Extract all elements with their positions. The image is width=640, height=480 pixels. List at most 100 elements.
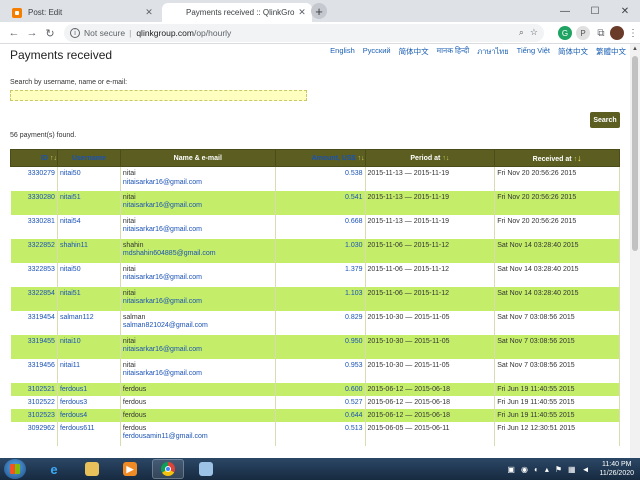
cell-amount[interactable]: 0.527 (275, 395, 366, 409)
extensions-puzzle-icon[interactable]: ⧉ (594, 26, 608, 40)
taskbar-clock[interactable]: 11:40 PM 11/26/2020 (599, 460, 634, 478)
volume-icon[interactable]: ◄ (582, 465, 590, 474)
media-player-taskbar-button[interactable]: ▶ (114, 459, 146, 479)
close-window-icon[interactable]: ✕ (610, 0, 640, 22)
lang-link[interactable]: 繁體中文 (596, 46, 626, 58)
cell-username[interactable]: shahin11 (57, 238, 121, 263)
grammarly-extension-icon[interactable]: G (558, 26, 572, 40)
cell-amount[interactable]: 0.538 (275, 166, 366, 191)
info-icon[interactable]: i (70, 28, 80, 38)
sort-active-icon[interactable]: ↓ (577, 153, 582, 163)
maximize-icon[interactable]: ☐ (580, 0, 610, 22)
tray-app-icon[interactable]: ◐ (534, 465, 539, 474)
column-header-username[interactable]: Username (56, 149, 121, 167)
column-header-received[interactable]: Received at ↑↓ (494, 149, 620, 167)
cell-id[interactable]: 3322852 (10, 238, 58, 263)
tray-app-icon[interactable]: ◉ (521, 465, 528, 474)
sort-icon[interactable]: ↑↓ (50, 155, 57, 162)
cell-email[interactable]: nitaisarkar16@gmail.com (123, 370, 273, 379)
sort-icon[interactable]: ↑↓ (442, 155, 449, 162)
cell-username[interactable]: nitai51 (57, 190, 121, 215)
cell-id[interactable]: 3102521 (10, 382, 58, 396)
column-header-name-email[interactable]: Name & e-mail (119, 149, 276, 167)
cell-id[interactable]: 3319455 (10, 334, 58, 359)
page-scrollbar[interactable]: ▲ (630, 44, 640, 458)
cell-id[interactable]: 3319456 (10, 358, 58, 383)
cell-email[interactable]: nitaisarkar16@gmail.com (123, 274, 273, 283)
cell-amount[interactable]: 0.541 (275, 190, 366, 215)
window-taskbar-button[interactable] (190, 459, 222, 479)
cell-username[interactable]: salman112 (57, 310, 121, 335)
cell-id[interactable]: 3322853 (10, 262, 58, 287)
cell-email[interactable]: mdshahin604885@gmail.com (123, 250, 273, 259)
scroll-up-icon[interactable]: ▲ (630, 44, 640, 54)
cell-username[interactable]: nitai54 (57, 214, 121, 239)
cell-amount[interactable]: 0.953 (275, 358, 366, 383)
cell-id[interactable]: 3330279 (10, 166, 58, 191)
column-header-id[interactable]: ID ↑↓ (10, 149, 58, 167)
cell-email[interactable]: nitaisarkar16@gmail.com (123, 298, 273, 307)
cell-username[interactable]: nitai51 (57, 286, 121, 311)
back-icon[interactable]: ← (6, 25, 22, 41)
search-button[interactable]: Search (590, 112, 620, 128)
lang-link[interactable]: Tiếng Việt (517, 46, 550, 58)
tray-app-icon[interactable]: ▣ (507, 465, 515, 474)
cell-amount[interactable]: 0.644 (275, 408, 366, 422)
lang-link[interactable]: 简体中文 (399, 46, 429, 58)
forward-icon[interactable]: → (24, 25, 40, 41)
cell-username[interactable]: ferdous3 (57, 395, 121, 409)
cell-email[interactable]: salman821024@gmail.com (123, 322, 273, 331)
p-extension-icon[interactable]: P (576, 26, 590, 40)
lang-link[interactable]: 简体中文 (558, 46, 588, 58)
cell-username[interactable]: nitai50 (57, 166, 121, 191)
lang-link[interactable]: Русский (363, 46, 391, 58)
column-header-period[interactable]: Period at ↑↓ (364, 149, 496, 167)
cell-id[interactable]: 3102522 (10, 395, 58, 409)
cell-username[interactable]: nitai11 (57, 358, 121, 383)
tab-post-edit[interactable]: Post: Edit ✕ (4, 3, 159, 22)
cell-amount[interactable]: 0.950 (275, 334, 366, 359)
flag-icon[interactable]: ⚑ (555, 465, 562, 474)
new-tab-button[interactable]: + (311, 3, 327, 19)
search-input[interactable] (10, 90, 307, 101)
cell-email[interactable]: nitaisarkar16@gmail.com (123, 226, 273, 235)
minimize-icon[interactable]: — (550, 0, 580, 22)
scrollbar-thumb[interactable] (632, 56, 638, 251)
cell-email[interactable]: nitaisarkar16@gmail.com (123, 179, 273, 188)
cell-id[interactable]: 3330280 (10, 190, 58, 215)
cell-amount[interactable]: 1.379 (275, 262, 366, 287)
network-icon[interactable]: ▦ (568, 465, 576, 474)
cell-username[interactable]: ferdous611 (57, 421, 121, 446)
start-button[interactable] (4, 459, 26, 479)
cell-amount[interactable]: 0.829 (275, 310, 366, 335)
cell-email[interactable]: nitaisarkar16@gmail.com (123, 346, 273, 355)
zoom-icon[interactable]: ⌕ (519, 27, 524, 38)
profile-avatar[interactable] (610, 26, 624, 40)
cell-amount[interactable]: 1.103 (275, 286, 366, 311)
tab-payments-received[interactable]: Payments received :: QlinkGroup ✕ (162, 3, 312, 22)
cell-username[interactable]: nitai50 (57, 262, 121, 287)
cell-id[interactable]: 3092962 (10, 421, 58, 446)
address-bar[interactable]: i Not secure | qlinkgroup.com /op/hourly… (64, 24, 544, 42)
chrome-taskbar-button[interactable] (152, 459, 184, 479)
lang-link[interactable]: ภาษาไทย (477, 46, 508, 58)
close-icon[interactable]: ✕ (142, 7, 156, 18)
cell-email[interactable]: nitaisarkar16@gmail.com (123, 202, 273, 211)
cell-email[interactable]: ferdousamin11@gmail.com (123, 433, 273, 442)
lang-link[interactable]: मानक हिन्दी (437, 46, 470, 58)
cell-amount[interactable]: 0.600 (275, 382, 366, 396)
cell-id[interactable]: 3330281 (10, 214, 58, 239)
lang-link[interactable]: English (330, 46, 355, 58)
cell-id[interactable]: 3102523 (10, 408, 58, 422)
cell-amount[interactable]: 1.030 (275, 238, 366, 263)
cell-id[interactable]: 3322854 (10, 286, 58, 311)
cell-amount[interactable]: 0.513 (275, 421, 366, 446)
cell-amount[interactable]: 0.668 (275, 214, 366, 239)
cell-id[interactable]: 3319454 (10, 310, 58, 335)
menu-kebab-icon[interactable]: ⋮ (626, 26, 640, 40)
cell-username[interactable]: nitai10 (57, 334, 121, 359)
show-hidden-icons-icon[interactable]: ▴ (545, 465, 549, 474)
sort-icon[interactable]: ↑↓ (358, 155, 365, 162)
ie-taskbar-button[interactable]: e (38, 459, 70, 479)
reload-icon[interactable]: ↻ (42, 25, 58, 41)
